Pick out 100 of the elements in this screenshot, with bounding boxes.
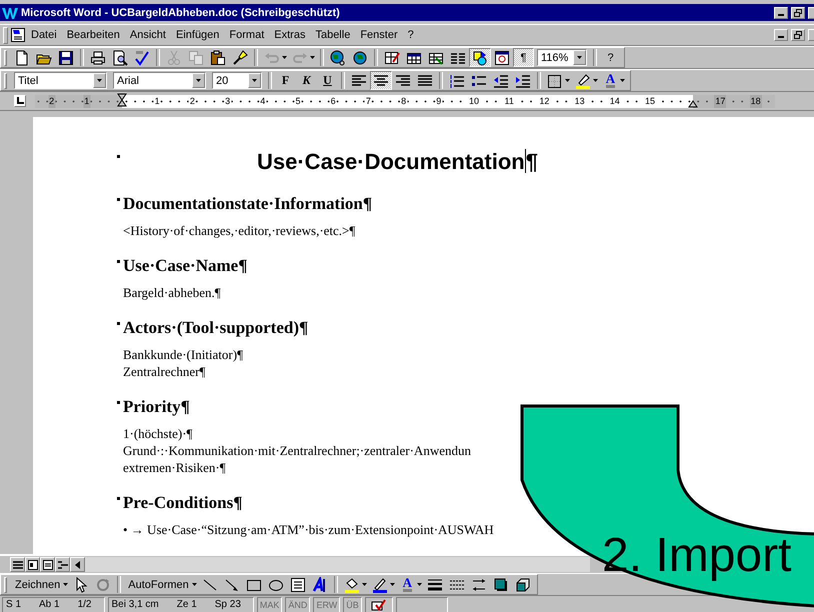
menu-item[interactable]: Format: [224, 28, 270, 42]
dropdown-field[interactable]: Arial: [113, 72, 206, 89]
dropdown-field[interactable]: 20: [212, 72, 262, 89]
restore-icon: [794, 31, 802, 39]
minimize-button[interactable]: [774, 29, 788, 41]
textbox-icon: [290, 576, 306, 592]
globe-icon: [330, 50, 346, 66]
paragraph-marker: [117, 497, 120, 500]
spellcheck-icon: [134, 50, 150, 66]
preview-icon: [112, 50, 128, 66]
menu-item[interactable]: Bearbeiten: [62, 28, 125, 42]
caret-icon: [620, 79, 625, 82]
menu-item[interactable]: Fenster: [355, 28, 403, 42]
wordart-icon: [312, 576, 328, 592]
align-center-icon: [373, 72, 389, 88]
tab-stop-icon: [16, 97, 24, 105]
toolbar-button[interactable]: A: [396, 575, 418, 594]
dropdown-field[interactable]: Titel: [14, 72, 107, 89]
cube-icon: [514, 576, 531, 592]
page-view-button[interactable]: [40, 557, 55, 572]
minimize-icon: [778, 36, 784, 38]
status-panel: [396, 596, 448, 612]
status-text: Ab 1: [39, 599, 60, 610]
toolbar-button[interactable]: U: [317, 71, 338, 90]
document-title: Use·Case·Documentation¶: [257, 148, 538, 176]
scroll-left-icon: [72, 560, 82, 570]
status-indicator: ÜB: [343, 596, 362, 612]
caret-icon: [593, 79, 598, 82]
body-text: Grund·:·Kommunikation·mit·Zentralrechner;·zentraler·Anwendun: [123, 442, 471, 459]
toolbar-button[interactable]: A: [600, 71, 621, 90]
status-text: S 1: [6, 599, 22, 610]
scroll-left-button[interactable]: [70, 557, 85, 572]
toolbar-button[interactable]: K: [296, 71, 317, 90]
border-icon: [547, 72, 563, 88]
right-indent-icon: [688, 100, 698, 108]
indent-icon: [515, 72, 531, 88]
page-icon: [14, 50, 30, 66]
normal-view-icon: [12, 560, 22, 570]
menu-item[interactable]: Ansicht: [124, 28, 171, 42]
section-heading: Use·Case·Name¶: [123, 255, 248, 277]
web-view-button[interactable]: [25, 557, 40, 572]
caret-icon: [252, 79, 257, 82]
body-text: 1·(höchste)·¶: [123, 425, 192, 442]
numbered-list-icon: [449, 72, 465, 88]
toolbar-button[interactable]: ?: [600, 48, 621, 67]
close-button[interactable]: [808, 6, 814, 18]
paragraph-marker: [117, 322, 120, 325]
status-text: Bei 3,1 cm: [112, 599, 159, 610]
word-document-icon: [10, 27, 26, 43]
rotate-icon: [95, 576, 112, 592]
pen-icon: [372, 576, 388, 592]
menu-item[interactable]: Einfügen: [170, 28, 224, 42]
status-indicator: MAK: [256, 596, 282, 612]
ruler-number: 1: [83, 95, 90, 108]
menu-item[interactable]: Datei: [26, 28, 62, 42]
minimize-button[interactable]: [774, 6, 788, 18]
tab-selector[interactable]: [14, 95, 26, 107]
indent-marker-icon: [117, 93, 127, 107]
body-text: Bargeld·abheben.¶: [123, 284, 221, 301]
caret-icon: [196, 79, 201, 82]
paragraph-marker: [117, 155, 120, 158]
section-heading: Documentationstate·Information¶: [123, 193, 372, 215]
scissors-icon: [166, 50, 182, 66]
body-text: extremen·Risiken·¶: [123, 459, 226, 476]
status-indicator: ERW: [313, 596, 340, 612]
toolbar-button[interactable]: ¶: [513, 48, 534, 67]
normal-view-button[interactable]: [10, 557, 25, 572]
paint-bucket-icon: [344, 576, 360, 592]
line-icon: [202, 576, 218, 592]
body-text: Bankkunde·(Initiator)¶: [123, 346, 243, 363]
menu-button[interactable]: AutoFormen: [124, 575, 193, 594]
toolbar-button[interactable]: [469, 48, 491, 67]
web-view-icon: [28, 560, 38, 570]
section-heading: Actors·(Tool·supported)¶: [123, 317, 308, 339]
align-left-icon: [351, 72, 367, 88]
restore-button[interactable]: [791, 29, 805, 41]
brush-icon: [232, 50, 248, 66]
status-text: Ze 1: [176, 599, 197, 610]
highlighter-icon: [575, 72, 591, 88]
menu-button[interactable]: Zeichnen: [11, 575, 64, 594]
horizontal-scrollbar[interactable]: [85, 557, 590, 572]
dropdown-field[interactable]: 116%: [537, 49, 587, 66]
copy-icon: [188, 50, 204, 66]
app-icon: [2, 6, 18, 18]
caret-icon: [565, 79, 570, 82]
page-view-icon: [42, 560, 52, 570]
menu-item[interactable]: Extras: [269, 28, 310, 42]
menu-item[interactable]: Tabelle: [310, 28, 356, 42]
body-text: • → Use·Case·“Sitzung·am·ATM”·bis·zum·Extensionpoint·AUSWAH: [123, 521, 494, 538]
justify-icon: [417, 72, 433, 88]
menu-item[interactable]: ?: [402, 28, 419, 42]
toolbar-button[interactable]: [370, 71, 392, 90]
toolbar-button[interactable]: F: [275, 71, 296, 90]
restore-icon: [794, 8, 802, 16]
restore-button[interactable]: [791, 6, 805, 18]
arrow-style-icon: [470, 576, 487, 592]
caret-icon: [310, 56, 315, 59]
document-map-icon: [494, 50, 510, 66]
globe-icon: [352, 50, 368, 66]
outline-view-button[interactable]: [55, 557, 70, 572]
